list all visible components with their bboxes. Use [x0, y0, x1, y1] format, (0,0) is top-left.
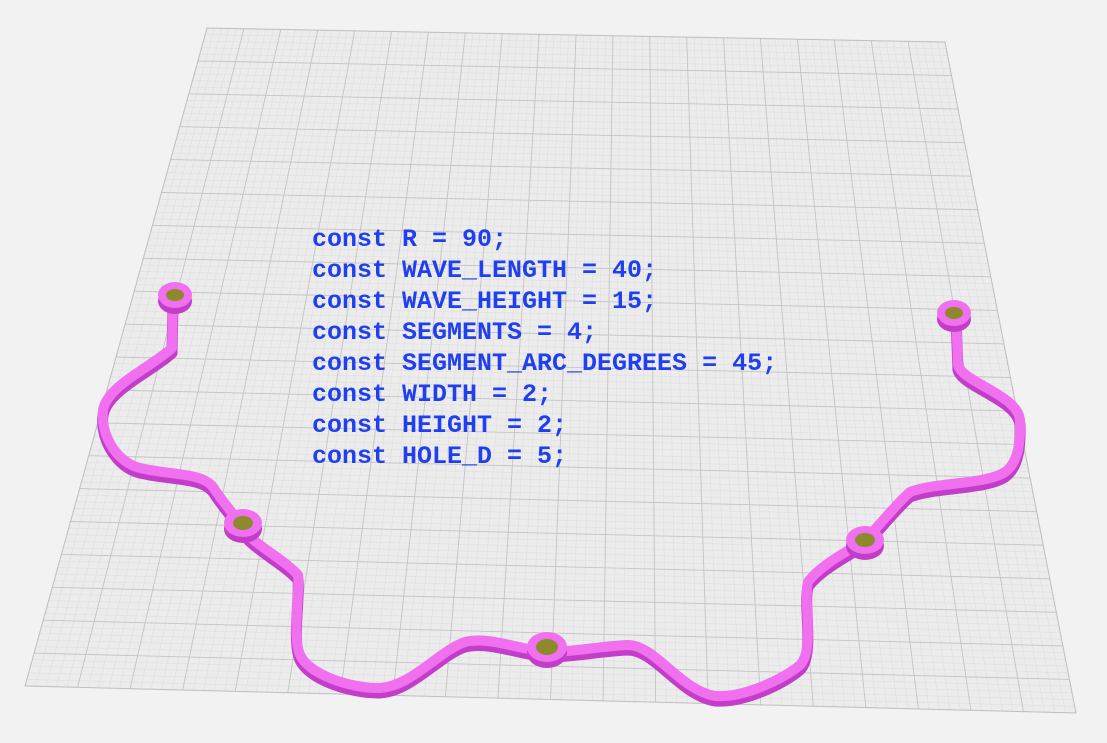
code-line: const R = 90;	[312, 225, 508, 254]
mounting-hole-left-mid	[224, 509, 262, 543]
parameter-code-overlay: const R = 90; const WAVE_LENGTH = 40; cons…	[312, 224, 777, 472]
3d-viewport[interactable]: const R = 90; const WAVE_LENGTH = 40; cons…	[0, 0, 1107, 743]
code-line: const WAVE_HEIGHT = 15;	[312, 287, 658, 316]
code-line: const WIDTH = 2;	[312, 380, 553, 409]
mounting-hole-center	[527, 632, 567, 668]
code-line: const HOLE_D = 5;	[312, 442, 568, 471]
code-line: const SEGMENT_ARC_DEGREES = 45;	[312, 349, 778, 378]
mounting-hole-left-end	[158, 282, 192, 314]
code-line: const HEIGHT = 2;	[312, 411, 568, 440]
code-line: const SEGMENTS = 4;	[312, 318, 598, 347]
mounting-hole-right-end	[937, 300, 971, 332]
mounting-hole-right-mid	[846, 526, 884, 560]
code-line: const WAVE_LENGTH = 40;	[312, 256, 658, 285]
